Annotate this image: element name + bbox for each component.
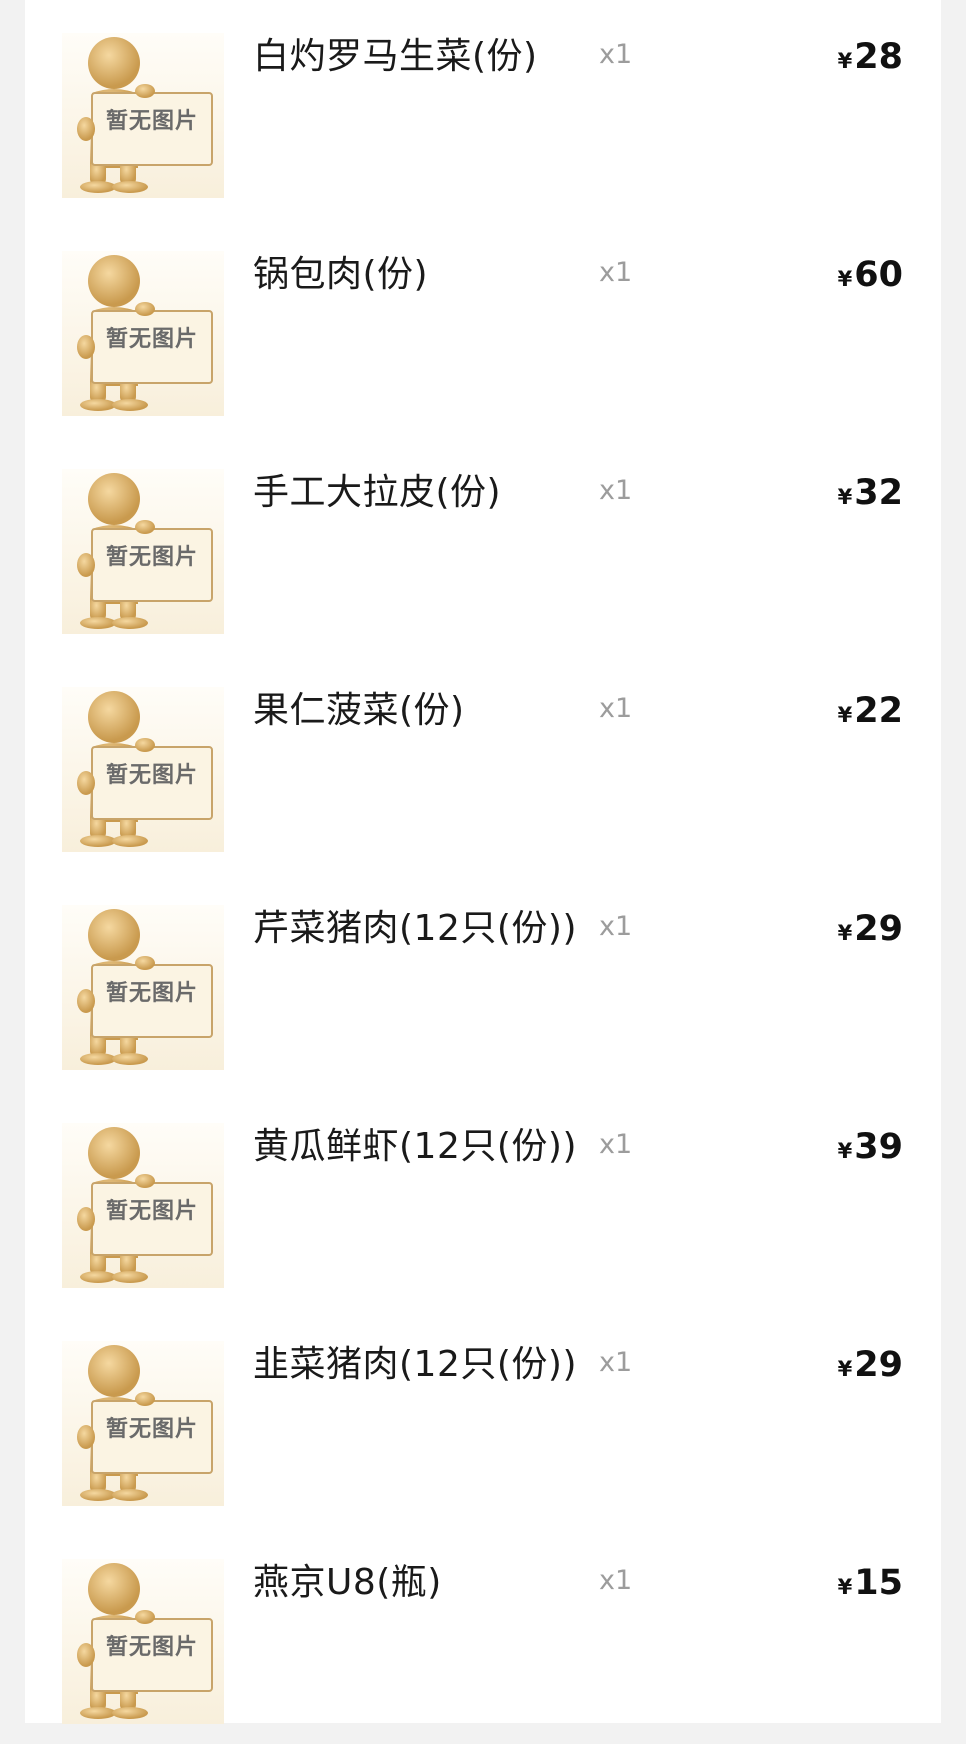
currency-symbol: ¥ (837, 1357, 853, 1381)
product-thumbnail: 暂无图片 (62, 687, 224, 852)
price-amount: 39 (854, 1127, 903, 1167)
no-image-label: 暂无图片 (105, 981, 198, 1006)
order-item[interactable]: 暂无图片 韭菜猪肉(12只(份)) x1 ¥29 (25, 1308, 941, 1526)
currency-symbol: ¥ (837, 1139, 853, 1163)
item-quantity: x1 (599, 39, 633, 70)
order-item[interactable]: 暂无图片 锅包肉(份) x1 ¥60 (25, 218, 941, 436)
price-amount: 29 (854, 1345, 903, 1385)
product-thumbnail: 暂无图片 (62, 33, 224, 198)
item-name: 黄瓜鲜虾(12只(份)) (253, 1126, 577, 1167)
product-thumbnail: 暂无图片 (62, 1559, 224, 1724)
item-price: ¥39 (838, 1124, 903, 1170)
item-quantity: x1 (599, 257, 633, 288)
order-item[interactable]: 暂无图片 芹菜猪肉(12只(份)) x1 ¥29 (25, 872, 941, 1090)
product-thumbnail: 暂无图片 (62, 1123, 224, 1288)
price-amount: 22 (854, 691, 903, 731)
no-image-label: 暂无图片 (105, 545, 198, 570)
currency-symbol: ¥ (837, 703, 853, 727)
product-thumbnail: 暂无图片 (62, 469, 224, 634)
no-image-label: 暂无图片 (105, 1635, 198, 1660)
item-price: ¥29 (838, 906, 903, 952)
item-name: 锅包肉(份) (253, 254, 429, 295)
item-price: ¥32 (838, 470, 903, 516)
item-name: 果仁菠菜(份) (253, 690, 465, 731)
no-image-label: 暂无图片 (105, 327, 198, 352)
price-amount: 29 (854, 909, 903, 949)
item-price: ¥28 (838, 34, 903, 80)
product-thumbnail: 暂无图片 (62, 1341, 224, 1506)
item-name: 韭菜猪肉(12只(份)) (253, 1344, 577, 1385)
item-price: ¥29 (838, 1342, 903, 1388)
item-price: ¥60 (838, 252, 903, 298)
price-amount: 28 (854, 37, 903, 77)
currency-symbol: ¥ (837, 1575, 853, 1599)
order-item[interactable]: 暂无图片 燕京U8(瓶) x1 ¥15 (25, 1526, 941, 1744)
currency-symbol: ¥ (837, 485, 853, 509)
item-quantity: x1 (599, 475, 633, 506)
order-item[interactable]: 暂无图片 白灼罗马生菜(份) x1 ¥28 (25, 0, 941, 218)
order-item[interactable]: 暂无图片 手工大拉皮(份) x1 ¥32 (25, 436, 941, 654)
item-name: 白灼罗马生菜(份) (253, 36, 538, 77)
price-amount: 15 (854, 1563, 903, 1603)
currency-symbol: ¥ (837, 267, 853, 291)
no-image-label: 暂无图片 (105, 1199, 198, 1224)
item-price: ¥15 (838, 1560, 903, 1606)
item-quantity: x1 (599, 1347, 633, 1378)
item-name: 手工大拉皮(份) (253, 472, 502, 513)
product-thumbnail: 暂无图片 (62, 251, 224, 416)
order-item[interactable]: 暂无图片 果仁菠菜(份) x1 ¥22 (25, 654, 941, 872)
no-image-label: 暂无图片 (105, 109, 198, 134)
price-amount: 32 (854, 473, 903, 513)
price-amount: 60 (854, 255, 903, 295)
currency-symbol: ¥ (837, 921, 853, 945)
item-quantity: x1 (599, 1565, 633, 1596)
item-quantity: x1 (599, 911, 633, 942)
item-quantity: x1 (599, 693, 633, 724)
product-thumbnail: 暂无图片 (62, 905, 224, 1070)
item-name: 燕京U8(瓶) (253, 1562, 442, 1603)
currency-symbol: ¥ (837, 49, 853, 73)
item-quantity: x1 (599, 1129, 633, 1160)
item-name: 芹菜猪肉(12只(份)) (253, 908, 577, 949)
no-image-label: 暂无图片 (105, 1417, 198, 1442)
order-item[interactable]: 暂无图片 黄瓜鲜虾(12只(份)) x1 ¥39 (25, 1090, 941, 1308)
item-price: ¥22 (838, 688, 903, 734)
order-items-card: 暂无图片 白灼罗马生菜(份) x1 ¥28 暂无图片 锅包肉(份) x1 ¥60… (25, 0, 941, 1724)
no-image-label: 暂无图片 (105, 763, 198, 788)
